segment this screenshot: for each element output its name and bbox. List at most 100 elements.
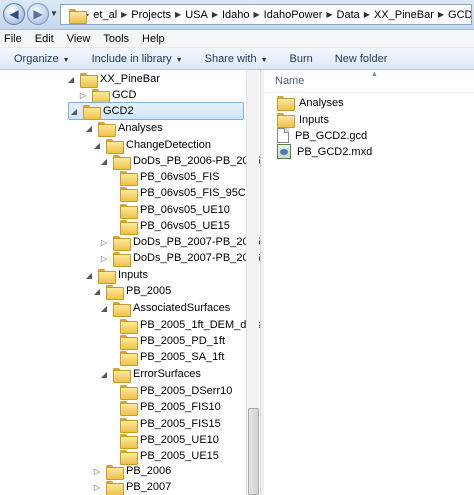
folder-icon [120, 400, 138, 416]
folder-icon [277, 113, 295, 128]
folder-icon [113, 251, 131, 267]
tree-item-label: PB_06vs05_UE15 [140, 220, 230, 232]
mxd-icon [277, 144, 291, 159]
organize-label: Organize [14, 52, 59, 65]
tree-item-label: PB_2005 [126, 285, 172, 297]
expanded-arrow-icon[interactable]: ◢ [99, 157, 109, 166]
menu-edit[interactable]: Edit [35, 33, 54, 45]
breadcrumb-item[interactable]: et_al [93, 9, 117, 21]
menu-tools[interactable]: Tools [103, 33, 129, 45]
expanded-arrow-icon[interactable]: ◢ [99, 370, 109, 379]
expanded-arrow-icon[interactable]: ◢ [99, 304, 109, 313]
tree-item-gcd2[interactable]: ◢ GCD2 [68, 102, 244, 120]
folder-icon [120, 318, 138, 334]
collapsed-arrow-icon[interactable]: ▷ [99, 254, 109, 263]
list-item-pb-gcd2-mxd[interactable]: PB_GCD2.mxd [277, 143, 372, 160]
list-item-pb-gcd2-gcd[interactable]: PB_GCD2.gcd [277, 127, 367, 144]
tree-item-label: PB_06vs05_UE10 [140, 204, 230, 216]
breadcrumb-item[interactable]: XX_PineBar [374, 9, 434, 21]
scrollbar-thumb[interactable] [248, 408, 259, 495]
list-item-label: PB_GCD2.mxd [297, 145, 373, 158]
collapsed-arrow-icon[interactable]: ▷ [99, 238, 109, 247]
breadcrumb-item[interactable]: Projects [131, 9, 171, 21]
tree-item-analyses[interactable]: ◢ Analyses [84, 119, 163, 137]
folder-icon [113, 154, 131, 170]
back-button[interactable]: ◀ [3, 3, 25, 25]
folder-icon [277, 96, 295, 111]
tree-item-pb-2005-sa-1ft[interactable]: PB_2005_SA_1ft [106, 348, 224, 366]
chevron-right-icon[interactable]: ▶ [438, 10, 444, 19]
collapsed-arrow-icon[interactable]: ▷ [92, 483, 102, 492]
name-column-label: Name [275, 75, 305, 87]
folder-icon [113, 367, 131, 383]
share-with-button[interactable]: Share with ▼ [205, 53, 268, 65]
tree-item-label: DoDs_PB_2007-PB_2006 [133, 252, 260, 264]
folder-icon [120, 170, 138, 186]
tree-item-errorsurfaces[interactable]: ◢ ErrorSurfaces [99, 365, 201, 383]
breadcrumb-item[interactable]: Data [337, 9, 360, 21]
folder-icon [120, 219, 138, 235]
folder-icon [120, 417, 138, 433]
back-arrow-icon: ◀ [9, 7, 19, 21]
folder-icon [106, 480, 124, 495]
chevron-right-icon[interactable]: ▶ [364, 10, 370, 19]
folder-icon [120, 334, 138, 350]
menu-help[interactable]: Help [142, 33, 165, 45]
breadcrumb-item[interactable]: GCD2 [448, 9, 471, 21]
tree-item-pb-06vs05-fis-95ci[interactable]: PB_06vs05_FIS_95CI [106, 184, 249, 202]
tree-item-label: PB_2005_DSerr10 [140, 385, 233, 397]
tree-item-pb-2005-fis10[interactable]: PB_2005_FIS10 [106, 398, 221, 416]
menu-bar: File Edit View Tools Help [0, 30, 474, 48]
expanded-arrow-icon[interactable]: ◢ [69, 107, 79, 116]
tree-item-label: PB_2006 [126, 465, 172, 477]
include-in-library-button[interactable]: Include in library ▼ [92, 53, 183, 65]
chevron-right-icon[interactable]: ▶ [175, 10, 181, 19]
tree-item-pb-2005[interactable]: ◢ PB_2005 [92, 282, 171, 300]
chevron-right-icon[interactable]: ▶ [254, 10, 260, 19]
breadcrumb-item[interactable]: USA [185, 9, 208, 21]
breadcrumb-item[interactable]: Idaho [222, 9, 250, 21]
forward-button[interactable]: ▶ [27, 3, 49, 25]
new-folder-button[interactable]: New folder [335, 53, 388, 65]
collapsed-arrow-icon[interactable]: ▷ [92, 467, 102, 476]
list-item-inputs[interactable]: Inputs [277, 111, 329, 128]
expanded-arrow-icon[interactable]: ◢ [84, 124, 94, 133]
chevron-right-icon[interactable]: ▶ [326, 10, 332, 19]
folder-icon [113, 301, 131, 317]
breadcrumb-item[interactable]: IdahoPower [264, 9, 323, 21]
list-item-analyses[interactable]: Analyses [277, 94, 344, 111]
name-column-header[interactable]: Name [265, 70, 474, 92]
folder-icon [80, 72, 98, 88]
expanded-arrow-icon[interactable]: ◢ [92, 287, 102, 296]
chevron-down-icon: ▼ [175, 56, 183, 64]
chevron-down-icon: ▼ [260, 56, 268, 64]
list-item-label: PB_GCD2.gcd [295, 129, 368, 142]
chevron-right-icon[interactable]: ▶ [212, 10, 218, 19]
expanded-arrow-icon[interactable]: ◢ [92, 141, 102, 150]
folder-icon [83, 104, 101, 120]
collapsed-arrow-icon[interactable]: ▷ [78, 91, 88, 100]
organize-button[interactable]: Organize ▼ [14, 53, 70, 65]
expanded-arrow-icon[interactable]: ◢ [84, 271, 94, 280]
chevron-right-icon[interactable]: ▶ [121, 10, 127, 19]
tree-item-pb-2007[interactable]: ▷ PB_2007 [92, 478, 171, 495]
tree-item-label: PB_2005_FIS15 [140, 418, 221, 430]
menu-file[interactable]: File [4, 33, 22, 45]
sort-ascending-icon: ▲ [371, 71, 378, 78]
tree-item-label: GCD [112, 89, 137, 101]
tree-item-label: GCD2 [103, 105, 134, 117]
tree-item-label: PB_2005_1ft_DEM_detstd [140, 319, 260, 331]
folder-icon [106, 464, 124, 480]
pane-splitter[interactable] [260, 70, 264, 495]
navigation-scrollbar[interactable] [246, 70, 259, 495]
burn-button[interactable]: Burn [290, 53, 313, 65]
recent-pages-chevron-icon[interactable]: ▼ [50, 9, 58, 18]
tree-item-dods-2007-2006[interactable]: ▷ DoDs_PB_2007-PB_2006 [99, 249, 260, 267]
folder-icon [92, 88, 110, 104]
tree-item-label: PB_2005_PD_1ft [140, 335, 226, 347]
expanded-arrow-icon[interactable]: ◢ [66, 75, 76, 84]
menu-view[interactable]: View [67, 33, 91, 45]
tree-item-label: PB_2005_UE10 [140, 434, 219, 446]
breadcrumb[interactable]: « ▶ et_al ▶ Projects ▶ USA ▶ Idaho ▶ Ida… [60, 4, 472, 25]
tree-item-associatedsurfaces[interactable]: ◢ AssociatedSurfaces [99, 299, 230, 317]
